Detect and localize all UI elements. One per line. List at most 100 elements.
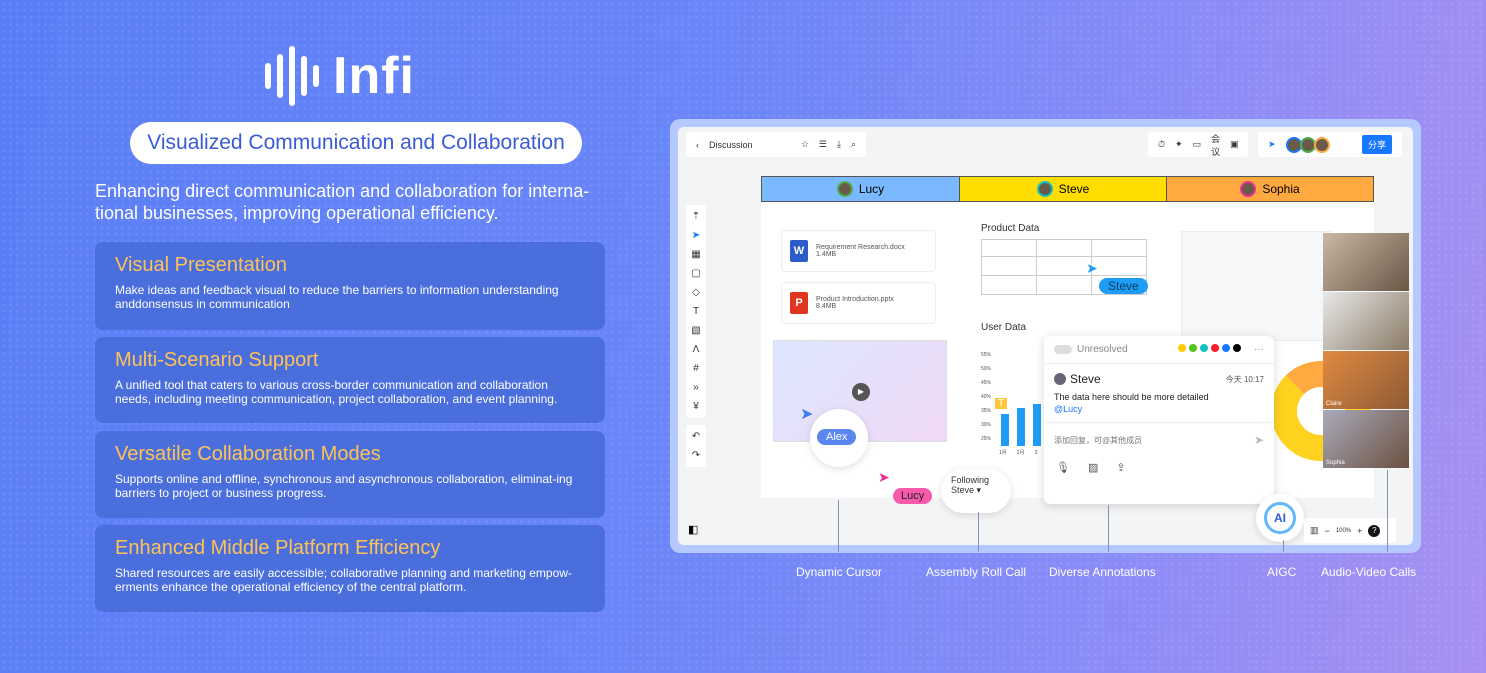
video-tile[interactable]: Claire [1323, 351, 1409, 409]
word-icon: W [790, 240, 808, 262]
undo-icon[interactable]: ↶ [692, 431, 700, 442]
chart-tick-label: 50% [981, 366, 992, 372]
panel-toggle-icon[interactable]: ◧ [688, 523, 698, 536]
download-icon[interactable]: ⤓ [837, 139, 841, 150]
callout-line [1387, 470, 1388, 552]
feature-card: Visual Presentation Make ideas and feedba… [95, 242, 605, 330]
video-tile[interactable]: Sophia [1323, 410, 1409, 468]
color-swatch[interactable] [1211, 344, 1219, 352]
video-tile[interactable] [1323, 233, 1409, 291]
cursor-follow-icon[interactable]: ➤ [1268, 139, 1276, 150]
zoom-out-icon[interactable]: − [1325, 526, 1330, 536]
color-picker[interactable] [1178, 344, 1244, 355]
brand-name: Infi [333, 47, 415, 105]
cursor-label-steve: Steve [1099, 278, 1148, 294]
timer-icon[interactable]: ⏱ [1158, 139, 1165, 150]
image-icon[interactable]: ▨ [1088, 461, 1098, 474]
chart-tick-label: 55% [981, 352, 992, 358]
star-icon[interactable]: ☆ [801, 139, 809, 150]
file-card[interactable]: W Requirement Research.docx 1.4MB [781, 230, 936, 272]
search-icon[interactable]: ⌕ [851, 139, 856, 150]
color-swatch[interactable] [1200, 344, 1208, 352]
chart-tick-label: 35% [981, 408, 992, 414]
collapse-icon[interactable]: ¥ [693, 401, 699, 412]
template-icon[interactable]: ▦ [691, 249, 700, 260]
color-swatch[interactable] [1189, 344, 1197, 352]
avatar [1240, 181, 1257, 197]
video-tile[interactable] [1323, 292, 1409, 350]
back-icon[interactable]: ‹ [696, 140, 699, 150]
file-card[interactable]: P Product Introduction.pptx 8.4MB [781, 282, 936, 324]
microphone-icon[interactable]: 🎙 [1056, 461, 1070, 474]
avatar [1054, 373, 1066, 385]
undo-toolbar: ↶ ↷ [686, 425, 706, 467]
kanban-board [1181, 231, 1331, 341]
redo-icon[interactable]: ↷ [692, 450, 700, 461]
video-icon[interactable]: ▭ [1193, 139, 1202, 150]
frame-icon[interactable]: # [693, 363, 699, 374]
reply-input[interactable] [1054, 433, 1254, 447]
zoom-in-icon[interactable]: + [1357, 526, 1362, 536]
chart-tick-label: 25% [981, 436, 992, 442]
tagline-pill: Visualized Communication and Collaborati… [130, 122, 582, 164]
more-icon[interactable]: ··· [1254, 344, 1264, 355]
callout-label: Audio-Video Calls [1321, 565, 1417, 579]
callout-line [978, 512, 979, 552]
feature-card: Enhanced Middle Platform Efficiency Share… [95, 525, 605, 612]
color-swatch[interactable] [1178, 344, 1186, 352]
feature-card: Multi-Scenario Support A unified tool tha… [95, 337, 605, 423]
feature-desc: Shared resources are easily accessible; … [115, 566, 572, 594]
more-icon[interactable]: » [693, 382, 699, 393]
color-swatch[interactable] [1222, 344, 1230, 352]
send-icon[interactable]: ➤ [1254, 433, 1264, 447]
product-data-title: Product Data [981, 223, 1040, 234]
callout-line [1108, 505, 1109, 552]
share-button[interactable]: 分享 [1361, 135, 1392, 154]
status-label: Unresolved [1077, 344, 1128, 355]
column-name: Steve [1058, 182, 1090, 196]
pin-icon[interactable]: ⇡ [692, 211, 700, 222]
powerpoint-icon: P [790, 292, 808, 314]
chart-tick-label: 2月 [1016, 450, 1025, 456]
callout-line [838, 500, 839, 552]
feature-desc: A unified tool that caters to various cr… [115, 378, 558, 406]
image-icon[interactable]: ▧ [691, 325, 700, 336]
feature-title: Versatile Collaboration Modes [115, 443, 381, 465]
pen-icon[interactable]: Λ [693, 344, 700, 355]
map-icon[interactable]: ▥ [1310, 525, 1319, 536]
column-name: Sophia [1262, 182, 1300, 196]
resolve-toggle[interactable] [1054, 345, 1072, 354]
chart-tick-label: 1月 [999, 450, 1007, 456]
chart-tick-label: 45% [981, 380, 992, 386]
chart-tick-label: 3 [1034, 450, 1038, 456]
cursor-icon: ➤ [1086, 260, 1098, 276]
aigc-button[interactable]: AI [1256, 494, 1304, 542]
following-user: Steve [951, 485, 975, 495]
feature-title: Visual Presentation [115, 254, 287, 276]
doc-title[interactable]: Discussion [709, 140, 753, 150]
avatar [1036, 181, 1053, 197]
shapes-icon[interactable]: ◇ [692, 287, 700, 298]
avatar[interactable] [1313, 136, 1330, 153]
play-icon[interactable]: ▶ [852, 383, 870, 401]
text-tool-icon: T [995, 398, 1008, 409]
menu-icon[interactable]: ☰ [819, 139, 827, 150]
sticky-note-icon[interactable]: ▢ [691, 268, 700, 279]
following-dropdown[interactable]: Following Steve ▾ [941, 469, 1011, 513]
magic-icon[interactable]: ✦ [1175, 139, 1183, 150]
feature-title: Multi-Scenario Support [115, 349, 319, 371]
top-toolbar-mid: ⏱ ✦ ▭ 会议 ▣ [1148, 132, 1248, 157]
subtitle: Enhancing direct communication and colla… [95, 181, 590, 223]
cursor-icon: ➤ [800, 406, 814, 423]
text-icon[interactable]: T [693, 306, 699, 317]
comment-mention[interactable]: @Lucy [1054, 404, 1264, 414]
help-icon[interactable]: ? [1368, 524, 1381, 537]
file-size: 8.4MB [816, 303, 837, 310]
present-icon[interactable]: ▣ [1230, 139, 1239, 150]
color-swatch[interactable] [1233, 344, 1241, 352]
select-icon[interactable]: ➤ [692, 230, 700, 241]
feature-title: Enhanced Middle Platform Efficiency [115, 537, 441, 559]
upload-icon[interactable]: ⇪ [1116, 461, 1125, 474]
meeting-label[interactable]: 会议 [1211, 132, 1220, 158]
column-header: Sophia [1166, 176, 1374, 202]
